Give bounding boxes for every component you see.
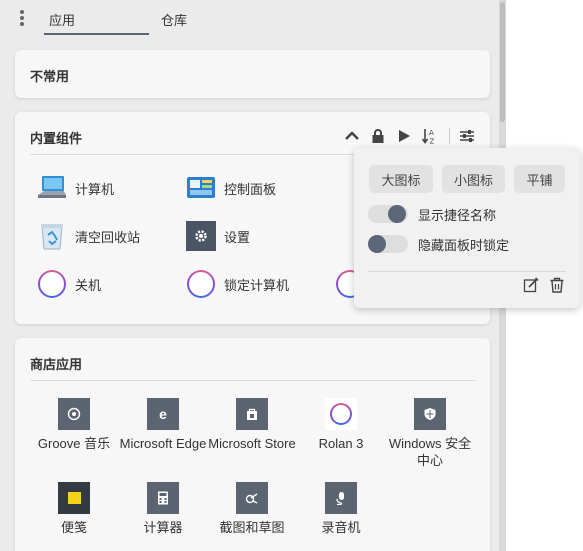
- app-rolan-3[interactable]: Rolan 3: [297, 398, 385, 452]
- card-title: 内置组件: [30, 131, 83, 146]
- app-label: 截图和草图: [219, 520, 285, 535]
- app-voice-recorder[interactable]: 录音机: [297, 482, 385, 536]
- app-sticky-notes[interactable]: 便笺: [30, 482, 118, 536]
- view-options-popup: 大图标 小图标 平铺 显示捷径名称 隐藏面板时锁定: [354, 148, 580, 308]
- item-label: 锁定计算机: [224, 277, 290, 293]
- toggle-switch-off[interactable]: [368, 235, 408, 253]
- lock-icon[interactable]: [369, 127, 387, 145]
- card-title: 不常用: [30, 69, 70, 84]
- item-label: 关机: [75, 277, 102, 293]
- popup-divider: [368, 271, 566, 272]
- card-title: 商店应用: [30, 357, 83, 372]
- item-lock-computer[interactable]: 锁定计算机: [186, 267, 289, 301]
- rolan-icon: [325, 398, 357, 430]
- groove-music-icon: [58, 398, 90, 430]
- app-label: Groove 音乐: [37, 436, 111, 451]
- lock-ring-icon: [186, 269, 216, 299]
- sticky-notes-icon: [58, 482, 90, 514]
- toolbar-divider: [449, 128, 450, 144]
- settings-sliders-icon[interactable]: [458, 127, 476, 145]
- active-tab-indicator: [44, 33, 149, 35]
- tab-repository[interactable]: 仓库: [161, 10, 187, 29]
- toggle-switch-on[interactable]: [368, 205, 408, 223]
- item-control-panel[interactable]: 控制面板: [186, 171, 276, 205]
- view-tile-button[interactable]: 平铺: [514, 165, 565, 193]
- toggle-show-shortcut-names[interactable]: 显示捷径名称: [368, 203, 496, 225]
- tab-apps[interactable]: 应用: [49, 10, 75, 29]
- calculator-icon: [147, 482, 179, 514]
- svg-text:A: A: [429, 129, 434, 137]
- control-panel-icon: [186, 173, 216, 203]
- app-label: 便笺: [60, 520, 87, 535]
- card-divider: [30, 380, 475, 381]
- edit-icon[interactable]: [522, 276, 540, 294]
- card-uncommon[interactable]: 不常用: [15, 50, 490, 98]
- card-toolbar: AZ: [335, 126, 476, 146]
- app-calculator[interactable]: 计算器: [119, 482, 207, 536]
- app-microsoft-edge[interactable]: e Microsoft Edge: [119, 398, 207, 452]
- voice-recorder-icon: [325, 482, 357, 514]
- app-groove-music[interactable]: Groove 音乐: [30, 398, 118, 452]
- app-label: Microsoft Edge: [119, 436, 207, 451]
- windows-security-icon: [414, 398, 446, 430]
- more-menu-icon[interactable]: [18, 9, 26, 29]
- app-microsoft-store[interactable]: Microsoft Store: [208, 398, 296, 452]
- item-shutdown[interactable]: 关机: [37, 267, 101, 301]
- sort-az-icon[interactable]: AZ: [421, 127, 439, 145]
- card-store-apps: 商店应用 Groove 音乐 e Microsoft Edge Microsof…: [15, 338, 490, 551]
- app-windows-security[interactable]: Windows 安全中心: [386, 398, 474, 469]
- delete-icon[interactable]: [548, 276, 566, 294]
- item-empty-recycle-bin[interactable]: 清空回收站: [37, 219, 140, 253]
- store-icon: [236, 398, 268, 430]
- item-label: 清空回收站: [75, 229, 141, 245]
- toggle-label: 显示捷径名称: [418, 207, 497, 223]
- play-icon[interactable]: [395, 127, 413, 145]
- scrollbar-thumb[interactable]: [500, 2, 505, 122]
- app-label: Windows 安全中心: [388, 436, 472, 468]
- svg-text:Z: Z: [430, 138, 435, 146]
- item-computer[interactable]: 计算机: [37, 171, 114, 205]
- item-label: 控制面板: [224, 181, 277, 197]
- power-ring-icon: [37, 269, 67, 299]
- toggle-label: 隐藏面板时锁定: [418, 237, 510, 253]
- settings-icon: [186, 221, 216, 251]
- edge-icon: e: [147, 398, 179, 430]
- app-label: 录音机: [321, 520, 361, 535]
- app-label: Rolan 3: [318, 436, 364, 451]
- app-label: Microsoft Store: [208, 436, 296, 451]
- item-label: 设置: [224, 229, 251, 245]
- view-large-icons-button[interactable]: 大图标: [369, 165, 433, 193]
- recycle-bin-icon: [37, 221, 67, 251]
- app-label: 计算器: [143, 520, 183, 535]
- computer-icon: [37, 173, 67, 203]
- snip-sketch-icon: [236, 482, 268, 514]
- toggle-lock-when-hidden[interactable]: 隐藏面板时锁定: [368, 233, 509, 255]
- collapse-icon[interactable]: [343, 127, 361, 145]
- item-settings[interactable]: 设置: [186, 219, 250, 253]
- view-small-icons-button[interactable]: 小图标: [442, 165, 505, 193]
- app-snip-sketch[interactable]: 截图和草图: [208, 482, 296, 536]
- item-label: 计算机: [75, 181, 115, 197]
